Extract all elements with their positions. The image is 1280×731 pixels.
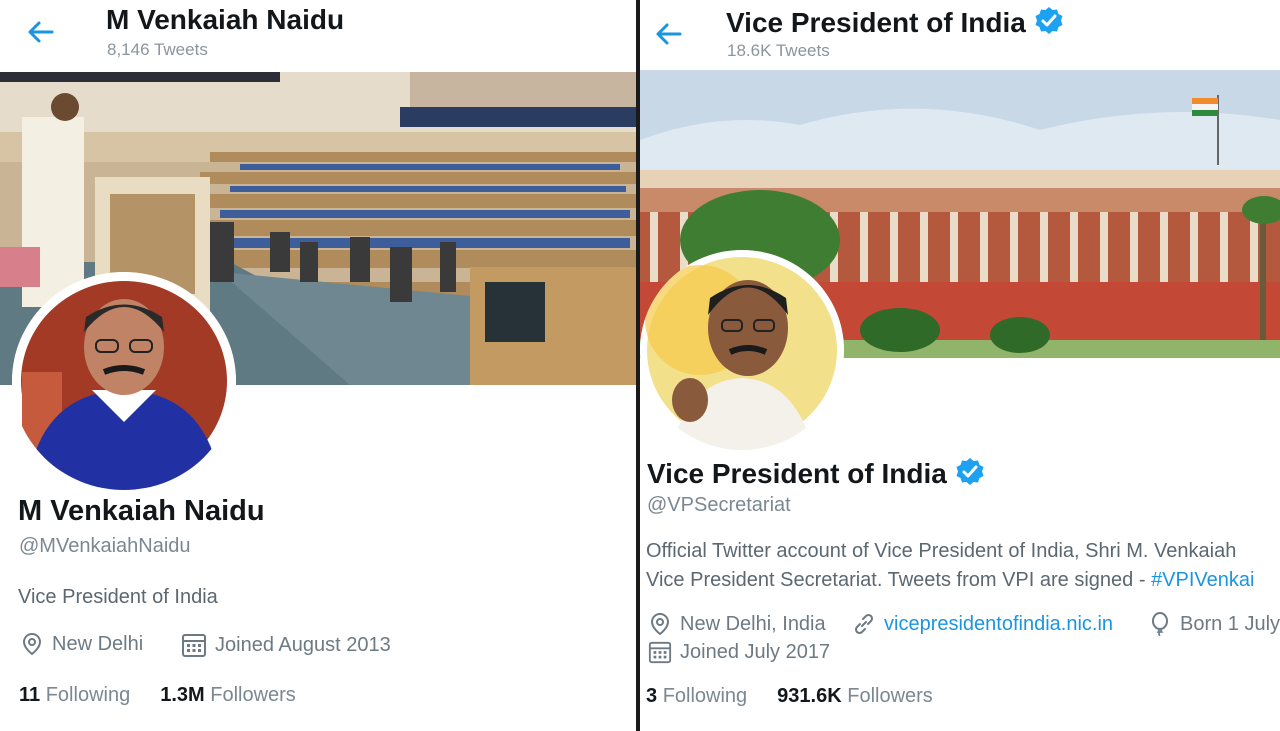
location-text: New Delhi, India: [680, 612, 826, 635]
profile-bio: Vice President of India: [18, 586, 218, 608]
followers-link[interactable]: 931.6K Followers: [777, 685, 933, 708]
profile-joined: Joined August 2013: [181, 632, 391, 658]
profile-stats: 3 Following 931.6K Followers: [646, 685, 933, 708]
profile-born: Born 1 July: [1148, 612, 1280, 636]
joined-text: Joined August 2013: [215, 633, 391, 656]
joined-text: Joined July 2017: [680, 640, 831, 663]
following-label: Following: [45, 684, 131, 706]
profile-website: vicepresidentofindia.nic.in: [852, 612, 1113, 636]
header-name: Vice President of India: [726, 6, 1064, 39]
following-link[interactable]: 3 Following: [646, 685, 747, 708]
location-text: New Delhi: [52, 632, 144, 655]
header-name-text: Vice President of India: [726, 7, 1026, 38]
profile-handle: @MVenkaiahNaidu: [19, 535, 191, 557]
profile-panel-right: Vice President of India 18.6K Tweets Vic…: [640, 0, 1280, 731]
tweet-count: 18.6K Tweets: [727, 41, 830, 60]
tweet-count: 8,146 Tweets: [107, 40, 208, 59]
display-name-text: Vice President of India: [647, 458, 947, 489]
followers-count: 931.6K: [777, 685, 842, 707]
back-arrow-icon[interactable]: [24, 16, 56, 48]
followers-count: 1.3M: [160, 684, 205, 706]
following-count: 3: [646, 685, 658, 707]
following-link[interactable]: 11 Following: [19, 684, 130, 707]
followers-label: Followers: [847, 685, 933, 707]
followers-link[interactable]: 1.3M Followers: [160, 684, 296, 707]
website-link[interactable]: vicepresidentofindia.nic.in: [884, 613, 1113, 636]
balloon-icon: [1152, 612, 1168, 636]
profile-handle: @VPSecretariat: [647, 494, 791, 516]
calendar-icon: [648, 641, 672, 664]
display-name: Vice President of India: [647, 457, 985, 490]
profile-bio-line-1: Official Twitter account of Vice Preside…: [646, 540, 1237, 562]
location-pin-icon: [650, 612, 670, 636]
followers-label: Followers: [210, 684, 296, 706]
calendar-icon: [182, 634, 206, 657]
profile-header: Vice President of India 18.6K Tweets: [640, 0, 1280, 72]
link-icon: [854, 613, 874, 635]
header-name: M Venkaiah Naidu: [106, 4, 345, 35]
profile-avatar[interactable]: [640, 250, 844, 450]
display-name: M Venkaiah Naidu: [18, 495, 265, 527]
profile-joined: Joined July 2017: [648, 640, 830, 664]
profile-location: New Delhi: [20, 632, 143, 656]
profile-location: New Delhi, India: [648, 612, 826, 636]
profile-panel-left: M Venkaiah Naidu 8,146 Tweets M Venkaiah…: [0, 0, 636, 731]
verified-badge-icon: [1035, 7, 1063, 34]
profile-bio-line-2: Vice President Secretariat. Tweets from …: [646, 566, 1254, 595]
born-text: Born 1 July: [1180, 612, 1280, 635]
profile-avatar[interactable]: [12, 272, 236, 490]
bio-hashtag-link[interactable]: #VPIVenkai: [1151, 569, 1254, 591]
following-label: Following: [662, 685, 748, 707]
bio-text: Vice President Secretariat. Tweets from …: [646, 569, 1152, 591]
following-count: 11: [19, 684, 41, 706]
location-pin-icon: [22, 632, 42, 656]
back-arrow-icon[interactable]: [652, 18, 684, 50]
profile-header: M Venkaiah Naidu 8,146 Tweets: [0, 0, 636, 72]
verified-badge-icon: [956, 458, 984, 485]
profile-stats: 11 Following 1.3M Followers: [19, 684, 296, 707]
